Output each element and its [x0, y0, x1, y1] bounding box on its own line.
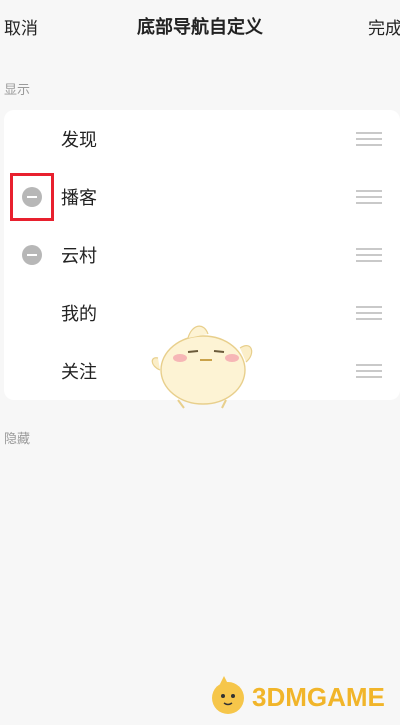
hidden-section-label: 隐藏 [4, 432, 31, 447]
nav-item-label: 发现 [61, 130, 97, 151]
page-title: 底部导航自定义 [137, 17, 263, 38]
nav-item-label: 播客 [61, 188, 97, 209]
shown-section-label: 显示 [4, 83, 31, 98]
mascot-illustration [151, 325, 253, 409]
list-item: 云村 [4, 226, 400, 284]
nav-item-label: 关注 [61, 362, 97, 383]
drag-handle-icon[interactable] [356, 248, 382, 262]
drag-handle-icon[interactable] [356, 132, 382, 146]
top-bar: 取消 底部导航自定义 完成 [0, 0, 400, 52]
watermark-logo-icon [212, 676, 244, 714]
list-item: 发现 [4, 110, 400, 168]
nav-item-label: 我的 [61, 304, 97, 325]
drag-handle-icon[interactable] [356, 364, 382, 378]
done-button[interactable]: 完成 [368, 14, 400, 39]
watermark: 3DMGAME [208, 672, 398, 720]
highlight-box [10, 173, 54, 221]
nav-item-label: 云村 [61, 246, 97, 267]
watermark-text: 3DMGAME [252, 682, 385, 712]
drag-handle-icon[interactable] [356, 190, 382, 204]
drag-handle-icon[interactable] [356, 306, 382, 320]
remove-icon[interactable] [22, 245, 42, 265]
list-item: 播客 [4, 168, 400, 226]
